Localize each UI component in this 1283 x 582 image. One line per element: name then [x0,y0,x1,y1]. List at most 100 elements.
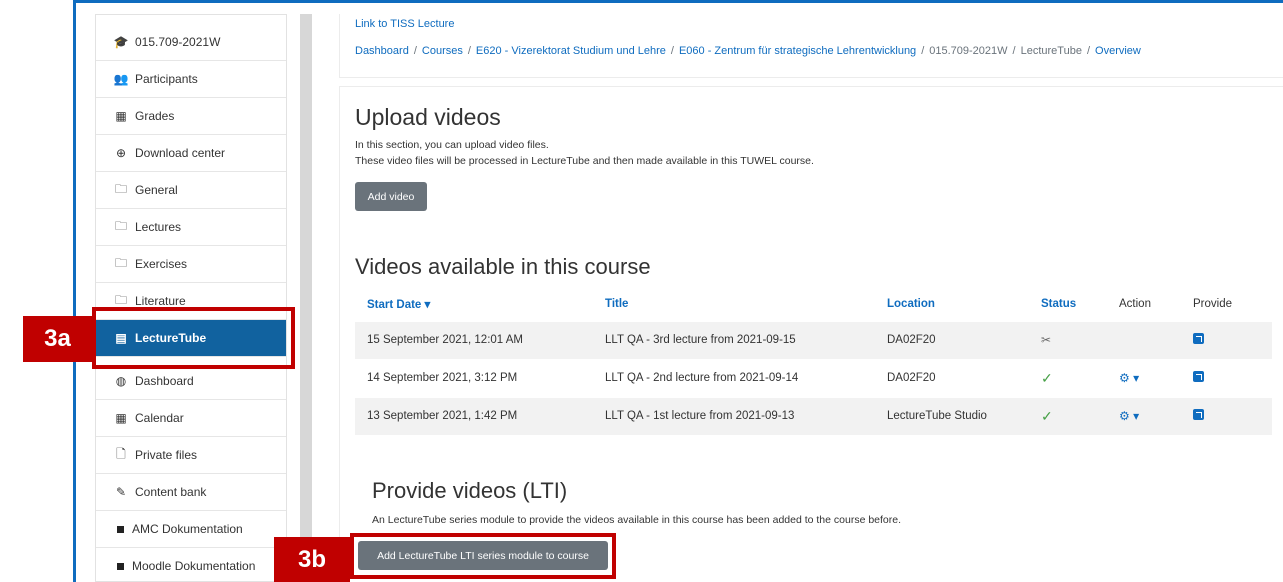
table-icon: ▦ [115,109,127,123]
sidebar-item-label: Download center [135,146,226,160]
breadcrumb-separator: / [670,45,674,57]
provide-title: Provide videos (LTI) [372,478,568,503]
column-status[interactable]: Status [1029,287,1107,321]
breadcrumb-lecturetube[interactable]: LectureTube [1021,45,1082,57]
calendar-icon: ▦ [115,411,127,425]
cell-action[interactable]: ⚙ ▾ [1107,396,1181,435]
cell-title: LLT QA - 3rd lecture from 2021-09-15 [593,320,875,359]
breadcrumb-separator: / [1086,45,1091,57]
sidebar-item-grades[interactable]: ▦ Grades [96,98,286,135]
breadcrumb-overview[interactable]: Overview [1095,45,1141,57]
column-action: Action [1119,297,1151,310]
cell-title: LLT QA - 2nd lecture from 2021-09-14 [593,358,875,397]
table-row: 14 September 2021, 3:12 PM LLT QA - 2nd … [355,358,1272,397]
sidebar-item-label: Content bank [135,485,207,499]
sidebar-item-label: Private files [135,448,198,462]
external-link-icon[interactable] [1193,371,1204,382]
add-video-button[interactable]: Add video [355,182,427,211]
sidebar-item-moodle-doc[interactable]: Moodle Dokumentation [96,548,286,582]
sidebar-item-label: Moodle Dokumentation [132,559,256,573]
sidebar-item-amc-doc[interactable]: AMC Dokumentation [96,511,286,548]
sidebar-item-private-files[interactable]: 🗋 Private files [96,437,286,474]
breadcrumb-separator: / [467,45,471,57]
sidebar-item-general[interactable]: 🗀 General [96,172,286,209]
sidebar-scrollbar[interactable] [300,14,312,582]
breadcrumb: Dashboard / Courses / E620 - Vizerektorat St… [355,45,1141,57]
sidebar-item-participants[interactable]: 👥 Participants [96,61,286,98]
tiss-lecture-link[interactable]: Link to TISS Lecture [355,18,454,30]
sidebar-item-label: 015.709-2021W [135,35,221,49]
brush-icon: ✎ [115,485,127,499]
cell-location: LectureTube Studio [875,396,1029,435]
cell-date: 15 September 2021, 12:01 AM [355,320,593,359]
sidebar-item-calendar[interactable]: ▦ Calendar [96,400,286,437]
cell-date: 13 September 2021, 1:42 PM [355,396,593,435]
checkmark-icon: ✓ [1041,369,1053,386]
sidebar-item-content-bank[interactable]: ✎ Content bank [96,474,286,511]
folder-icon: 🗀 [114,218,127,233]
sidebar-item-label: Calendar [135,411,184,425]
sidebar-item-lectures[interactable]: 🗀 Lectures [96,209,286,246]
breadcrumb-e060[interactable]: E060 - Zentrum für strategische Lehrentw… [679,45,916,57]
column-location[interactable]: Location [875,287,1029,321]
breadcrumb-dashboard[interactable]: Dashboard [355,45,409,57]
provide-description: An LectureTube series module to provide … [372,514,902,526]
cell-provide [1181,320,1272,359]
cell-date: 14 September 2021, 3:12 PM [355,358,593,397]
breadcrumb-separator: / [921,45,925,57]
upload-title: Upload videos [355,104,501,130]
sidebar-item-download-center[interactable]: ⊕ Download center [96,135,286,172]
cell-action[interactable]: ⚙ ▾ [1107,358,1181,397]
column-provide: Provide [1193,297,1232,310]
external-link-icon[interactable] [1193,409,1204,421]
sidebar-item-label: Grades [135,109,175,123]
videos-table: Start Date ▾ Title Location Status Actio… [355,287,1272,435]
upload-description-line2: These video files will be processed in L… [355,155,814,167]
cell-action [1107,320,1181,359]
annotation-label-3a: 3a [23,316,92,362]
cell-title: LLT QA - 1st lecture from 2021-09-13 [593,396,875,435]
folder-icon: 🗀 [114,181,127,196]
sort-desc-icon: ▾ [424,298,431,311]
download-circle-icon: ⊕ [115,146,127,160]
graduation-cap-icon: 🎓 [113,35,129,49]
cell-provide [1181,358,1272,397]
folder-icon: 🗀 [114,292,127,307]
users-icon: 👥 [113,72,129,86]
dashboard-icon: ◍ [115,374,127,388]
column-title[interactable]: Title [593,287,875,321]
sidebar-item-exercises[interactable]: 🗀 Exercises [96,246,286,283]
sidebar-item-label: Literature [135,294,186,308]
breadcrumb-separator: / [413,45,417,57]
sidebar-item-label: Dashboard [135,374,194,388]
sidebar-item-label: Lectures [135,220,182,234]
annotation-label-3b: 3b [274,537,350,582]
breadcrumb-courses[interactable]: Courses [422,45,463,57]
gear-icon[interactable]: ⚙ ▾ [1119,371,1139,385]
column-start-date[interactable]: Start Date ▾ [355,287,593,321]
file-icon: 🗋 [116,446,126,461]
gear-icon[interactable]: ⚙ ▾ [1119,409,1139,423]
sidebar-item-label: Participants [135,72,198,86]
folder-icon: 🗀 [114,255,127,270]
cell-provide [1181,396,1272,435]
checkmark-icon: ✓ [1041,407,1053,424]
square-icon [117,562,124,570]
breadcrumb-course[interactable]: 015.709-2021W [929,45,1007,57]
breadcrumb-separator: / [1012,45,1016,57]
annotation-box-3a [92,307,295,369]
table-row: 13 September 2021, 1:42 PM LLT QA - 1st … [355,396,1272,435]
sidebar-item-course[interactable]: 🎓 015.709-2021W [96,24,286,61]
breadcrumb-e620[interactable]: E620 - Vizerektorat Studium und Lehre [476,45,666,57]
cell-status: ✓ [1029,396,1107,435]
upload-description-line1: In this section, you can upload video fi… [355,139,549,151]
cell-location: DA02F20 [875,320,1029,359]
sidebar-item-label: Exercises [135,257,188,271]
scissors-icon: ✂ [1041,333,1052,347]
external-link-icon[interactable] [1193,333,1204,344]
videos-title: Videos available in this course [355,254,651,279]
sidebar-item-label: General [135,183,178,197]
cell-status: ✂ [1029,320,1107,359]
course-sidebar: 🎓 015.709-2021W 👥 Participants ▦ Grades ⊕ Do… [95,14,287,582]
sidebar-item-label: AMC Dokumentation [132,522,243,536]
